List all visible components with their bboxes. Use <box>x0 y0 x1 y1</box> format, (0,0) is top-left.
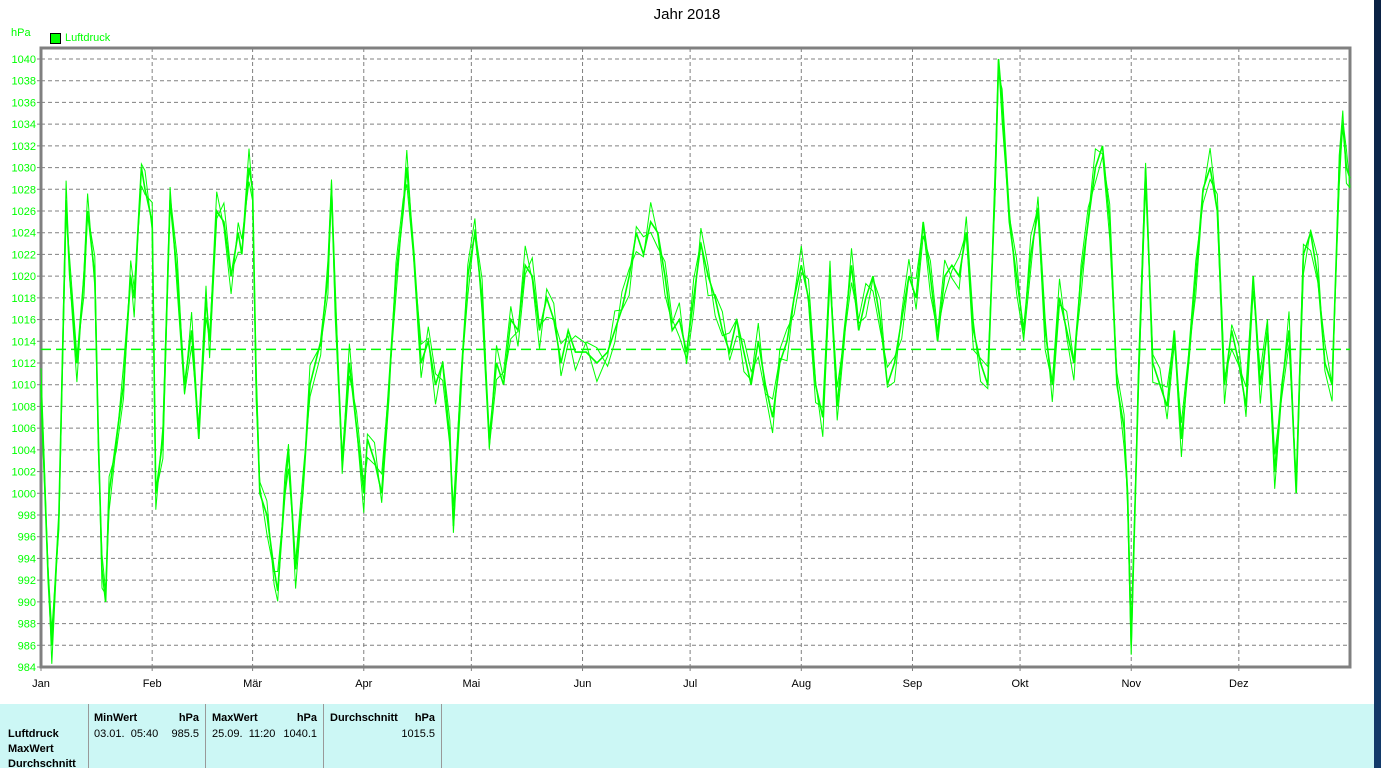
series-line-envelope <box>40 74 1351 664</box>
y-tick-label: 1034 <box>12 119 36 131</box>
row-label: Durchschnitt <box>8 758 76 770</box>
x-tick-label: Sep <box>903 678 923 690</box>
series-line-envelope <box>40 60 1351 655</box>
stats-table: Luftdruck MaxWert Durchschnitt MinWert h… <box>0 704 1374 770</box>
min-value: 985.5 <box>171 728 199 740</box>
y-tick-label: 1032 <box>12 141 36 153</box>
y-tick-label: 1002 <box>12 467 36 479</box>
x-tick-label: Nov <box>1121 678 1141 690</box>
y-tick-label: 1028 <box>12 184 36 196</box>
x-tick-label: Dez <box>1229 678 1249 690</box>
avg-value: 1015.5 <box>401 728 435 740</box>
y-tick-label: 996 <box>18 532 36 544</box>
x-tick-label: Feb <box>143 678 162 690</box>
min-header: MinWert <box>94 712 138 724</box>
y-tick-label: 990 <box>18 597 36 609</box>
x-tick-label: Okt <box>1011 678 1028 690</box>
y-tick-label: 1000 <box>12 488 36 500</box>
x-tick-label: Mai <box>462 678 480 690</box>
y-tick-label: 992 <box>18 575 36 587</box>
row-label: Luftdruck <box>8 728 59 740</box>
series-line <box>40 58 1351 646</box>
x-tick-label: Mär <box>243 678 262 690</box>
y-tick-label: 1008 <box>12 401 36 413</box>
y-tick-label: 986 <box>18 640 36 652</box>
x-tick-label: Jul <box>683 678 697 690</box>
max-time: 25.09. 11:20 <box>212 728 276 740</box>
y-tick-label: 1038 <box>12 76 36 88</box>
y-tick-label: 1020 <box>12 271 36 283</box>
y-tick-label: 1016 <box>12 315 36 327</box>
y-tick-label: 1026 <box>12 206 36 218</box>
y-tick-label: 988 <box>18 619 36 631</box>
y-tick-label: 1018 <box>12 293 36 305</box>
row-label: MaxWert <box>8 743 54 755</box>
avg-header: Durchschnitt <box>330 712 398 724</box>
y-tick-label: 1024 <box>12 228 36 240</box>
y-tick-label: 1006 <box>12 423 36 435</box>
y-tick-label: 984 <box>18 662 36 674</box>
desktop-edge <box>1374 0 1381 768</box>
y-tick-label: 1012 <box>12 358 36 370</box>
max-header: MaxWert <box>212 712 258 724</box>
y-tick-label: 1010 <box>12 380 36 392</box>
x-tick-label: Jan <box>32 678 50 690</box>
y-tick-label: 994 <box>18 553 36 565</box>
y-tick-label: 1036 <box>12 97 36 109</box>
y-tick-label: 1030 <box>12 163 36 175</box>
y-tick-label: 1022 <box>12 249 36 261</box>
plot-frame <box>39 46 1352 669</box>
avg-unit: hPa <box>414 712 435 724</box>
max-value: 1040.1 <box>283 728 317 740</box>
y-tick-label: 1004 <box>12 445 36 457</box>
x-tick-label: Aug <box>792 678 812 690</box>
max-unit: hPa <box>296 712 317 724</box>
pressure-chart: 984 986 988 990 992 994 996 998 1000 1002 1004 1006… <box>12 46 1352 690</box>
x-tick-label: Jun <box>574 678 592 690</box>
min-unit: hPa <box>178 712 199 724</box>
x-tick-label: Apr <box>355 678 372 690</box>
y-tick-label: 1040 <box>12 54 36 66</box>
y-tick-label: 998 <box>18 510 36 522</box>
y-tick-label: 1014 <box>12 336 36 348</box>
min-time: 03.01. 05:40 <box>94 728 159 740</box>
